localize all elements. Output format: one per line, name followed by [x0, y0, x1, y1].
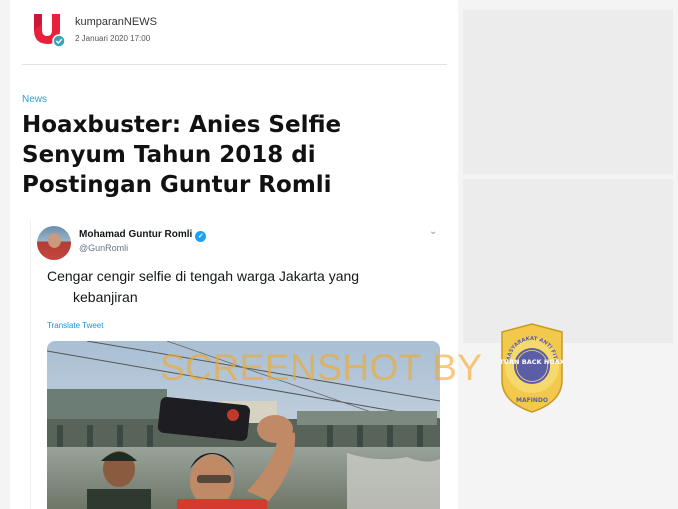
- tweet-text-line1: Cengar cengir selfie di tengah warga Jak…: [47, 268, 360, 284]
- tweet-author: Mohamad Guntur Romli ✓: [79, 229, 207, 242]
- article-column: kumparanNEWS 2 Januari 2020 17:00 News H…: [10, 0, 458, 509]
- tweet-avatar: [37, 226, 71, 260]
- badge-center-text: TURN BACK HOAX: [499, 358, 564, 366]
- article-title: Hoaxbuster: Anies Selfie Senyum Tahun 20…: [22, 112, 342, 198]
- tweet-author-name: Mohamad Guntur Romli: [79, 229, 193, 240]
- tweet-text: Cengar cengir selfie di tengah warga Jak…: [47, 266, 427, 308]
- publish-date: 2 Januari 2020 17:00: [75, 34, 151, 43]
- verified-check-icon: ✓: [195, 231, 207, 242]
- divider: [22, 64, 447, 65]
- sidebar-ad-slot-1: [463, 10, 673, 174]
- author-name[interactable]: kumparanNEWS: [75, 16, 157, 28]
- sidebar-ad-slot-2: [463, 179, 673, 343]
- turnbackhoax-badge-icon: MASYARAKAT ANTI FITNAH INDONESIA TURN BA…: [494, 318, 568, 414]
- chevron-down-icon: ⌄: [429, 226, 438, 237]
- screenshot-watermark: SCREENSHOT BY: [160, 347, 483, 388]
- category-link[interactable]: News: [22, 94, 47, 105]
- tweet-text-line2: kebanjiran: [73, 289, 138, 305]
- tweet-handle: @GunRomli: [79, 243, 129, 253]
- translate-tweet-link: Translate Tweet: [47, 321, 104, 330]
- page: kumparanNEWS 2 Januari 2020 17:00 News H…: [0, 0, 678, 509]
- kumparan-logo-icon[interactable]: [30, 12, 66, 48]
- badge-bottom-text: MAFINDO: [516, 397, 548, 404]
